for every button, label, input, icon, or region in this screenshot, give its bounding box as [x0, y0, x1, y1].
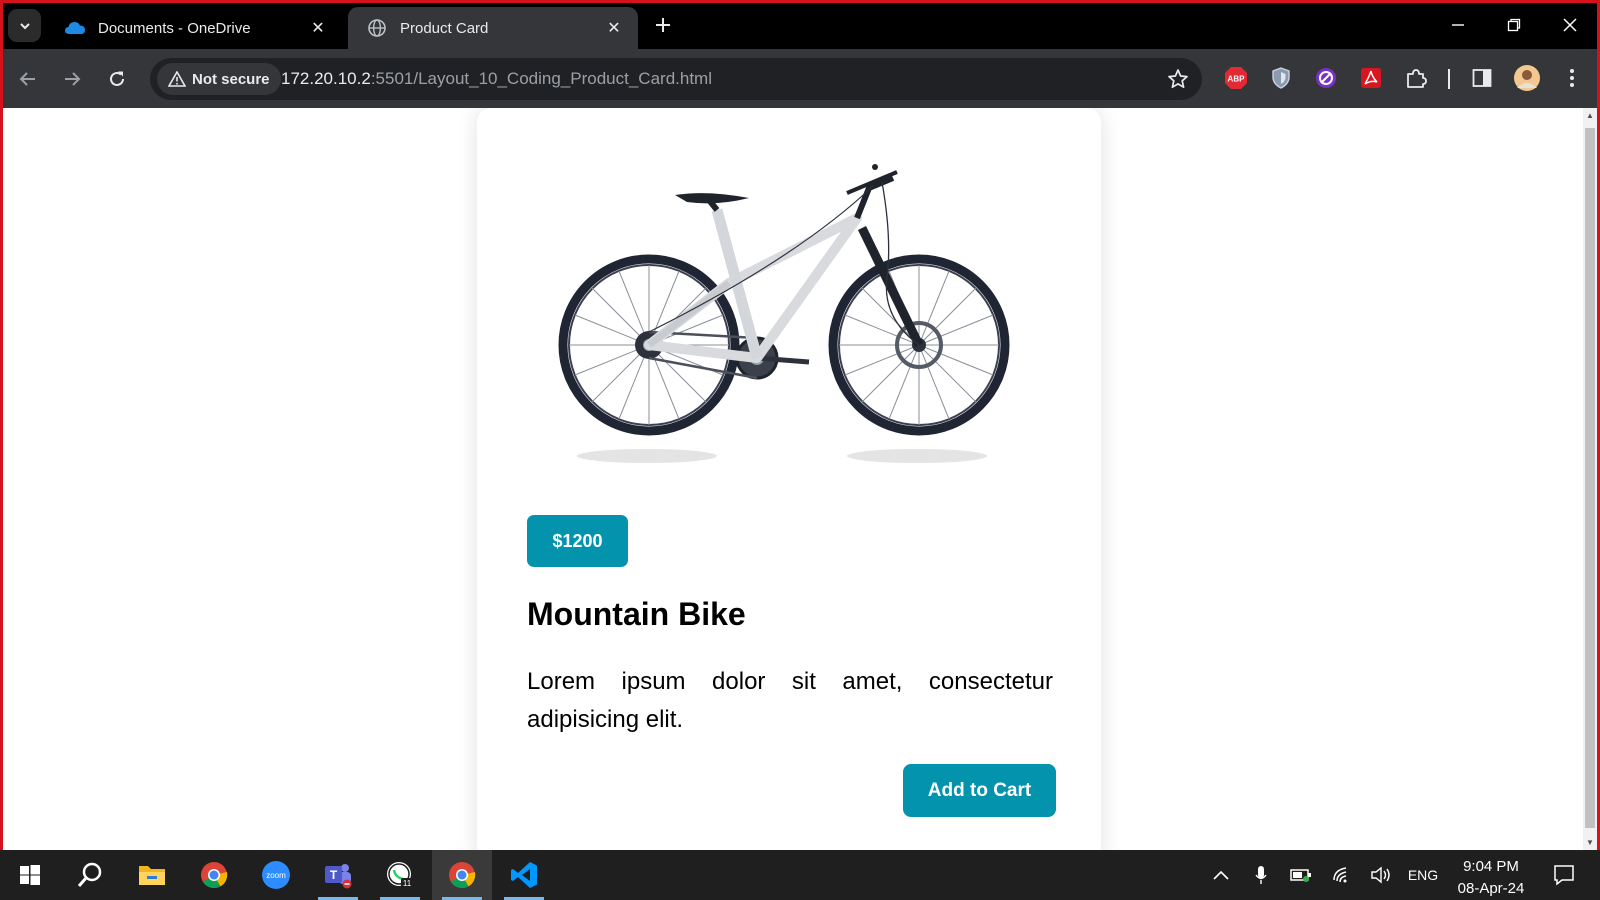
wifi-icon[interactable] [1328, 850, 1358, 900]
product-card: $1200 Mountain Bike Lorem ipsum dolor si… [477, 108, 1101, 850]
tab-product-card[interactable]: Product Card ✕ [348, 7, 638, 49]
scroll-up-arrow-icon[interactable]: ▲ [1586, 111, 1594, 120]
tab-onedrive[interactable]: Documents - OneDrive ✕ [46, 7, 342, 49]
menu-icon[interactable] [1558, 64, 1586, 92]
reload-icon [110, 71, 124, 86]
url-host: 172.20.10.2 [281, 69, 371, 88]
file-explorer-icon[interactable] [122, 850, 182, 900]
side-panel-icon[interactable] [1468, 64, 1496, 92]
globe-icon [366, 17, 388, 39]
svg-text:zoom: zoom [266, 871, 286, 880]
clock-time: 9:04 PM [1463, 858, 1519, 875]
minimize-button[interactable] [1430, 0, 1486, 49]
new-tab-button[interactable] [650, 12, 676, 38]
warning-icon [168, 71, 186, 87]
browser-toolbar: Not secure 172.20.10.2:5501/Layout_10_Co… [0, 49, 1600, 108]
scroll-down-arrow-icon[interactable]: ▼ [1586, 838, 1594, 847]
language-indicator[interactable]: ENG [1404, 850, 1442, 900]
vscode-icon[interactable] [494, 850, 554, 900]
tab-title: Documents - OneDrive [98, 19, 251, 37]
taskbar-clock[interactable]: 9:04 PM 08-Apr-24 [1446, 856, 1536, 900]
close-tab-icon[interactable]: ✕ [308, 18, 328, 38]
shield-extension-icon[interactable] [1267, 64, 1295, 92]
close-tab-icon[interactable]: ✕ [604, 18, 624, 38]
price-badge: $1200 [527, 515, 628, 567]
puzzle-icon[interactable] [1402, 64, 1430, 92]
whatsapp-icon[interactable]: 11 [370, 850, 430, 900]
notification-icon[interactable] [1544, 850, 1584, 900]
mountain-bike-image [558, 164, 1010, 463]
clock-date: 08-Apr-24 [1457, 880, 1525, 897]
windows-taskbar: zoom T 11 ENG 9:04 PM 08-Apr-24 [0, 850, 1600, 900]
microphone-icon[interactable] [1248, 850, 1274, 900]
address-bar[interactable]: Not secure 172.20.10.2:5501/Layout_10_Co… [150, 58, 1202, 100]
tab-strip: Documents - OneDrive ✕ Product Card ✕ [0, 0, 1600, 49]
security-chip[interactable]: Not secure [157, 63, 281, 95]
scrollbar-thumb[interactable] [1585, 128, 1595, 828]
acrobat-icon[interactable] [1357, 64, 1385, 92]
teams-icon[interactable]: T [308, 850, 368, 900]
battery-icon[interactable] [1286, 850, 1316, 900]
back-button[interactable] [12, 63, 44, 95]
tab-title: Product Card [400, 19, 489, 37]
page-viewport: $1200 Mountain Bike Lorem ipsum dolor si… [3, 108, 1583, 850]
security-label: Not secure [192, 70, 270, 88]
chrome-icon[interactable] [184, 850, 244, 900]
product-description: Lorem ipsum dolor sit amet, consectetur … [527, 668, 1053, 733]
restore-button[interactable] [1486, 0, 1542, 49]
chevron-up-icon[interactable] [1208, 850, 1234, 900]
zoom-icon[interactable]: zoom [246, 850, 306, 900]
minimize-icon [1452, 23, 1464, 26]
close-window-button[interactable] [1542, 0, 1598, 49]
back-arrow-icon [19, 72, 35, 86]
onedrive-icon [64, 17, 86, 39]
restore-icon [1507, 18, 1521, 31]
volume-icon[interactable] [1366, 850, 1396, 900]
chrome-icon[interactable] [432, 850, 492, 900]
chevron-down-icon [19, 22, 30, 29]
forward-arrow-icon [65, 72, 81, 86]
toolbar-separator [1448, 69, 1450, 89]
url-text[interactable]: 172.20.10.2:5501/Layout_10_Coding_Produc… [281, 69, 712, 89]
plus-icon [656, 18, 670, 32]
forward-button[interactable] [56, 63, 88, 95]
privacy-extension-icon[interactable] [1312, 64, 1340, 92]
add-to-cart-button[interactable]: Add to Cart [903, 764, 1056, 817]
reload-button[interactable] [101, 63, 133, 95]
bookmark-star-icon[interactable] [1166, 67, 1190, 91]
close-icon [1563, 17, 1577, 32]
url-path: :5501/Layout_10_Coding_Product_Card.html [370, 69, 712, 88]
svg-text:ABP: ABP [1228, 75, 1246, 84]
abp-icon[interactable]: ABP [1222, 64, 1250, 92]
search-icon[interactable] [60, 850, 120, 900]
svg-text:11: 11 [403, 879, 412, 888]
page-scrollbar[interactable]: ▲ ▼ [1583, 108, 1597, 850]
avatar[interactable] [1513, 64, 1541, 92]
svg-text:T: T [330, 868, 338, 882]
tab-search-button[interactable] [8, 9, 41, 42]
product-name: Mountain Bike [527, 596, 746, 632]
windows-start-icon[interactable] [0, 850, 60, 900]
